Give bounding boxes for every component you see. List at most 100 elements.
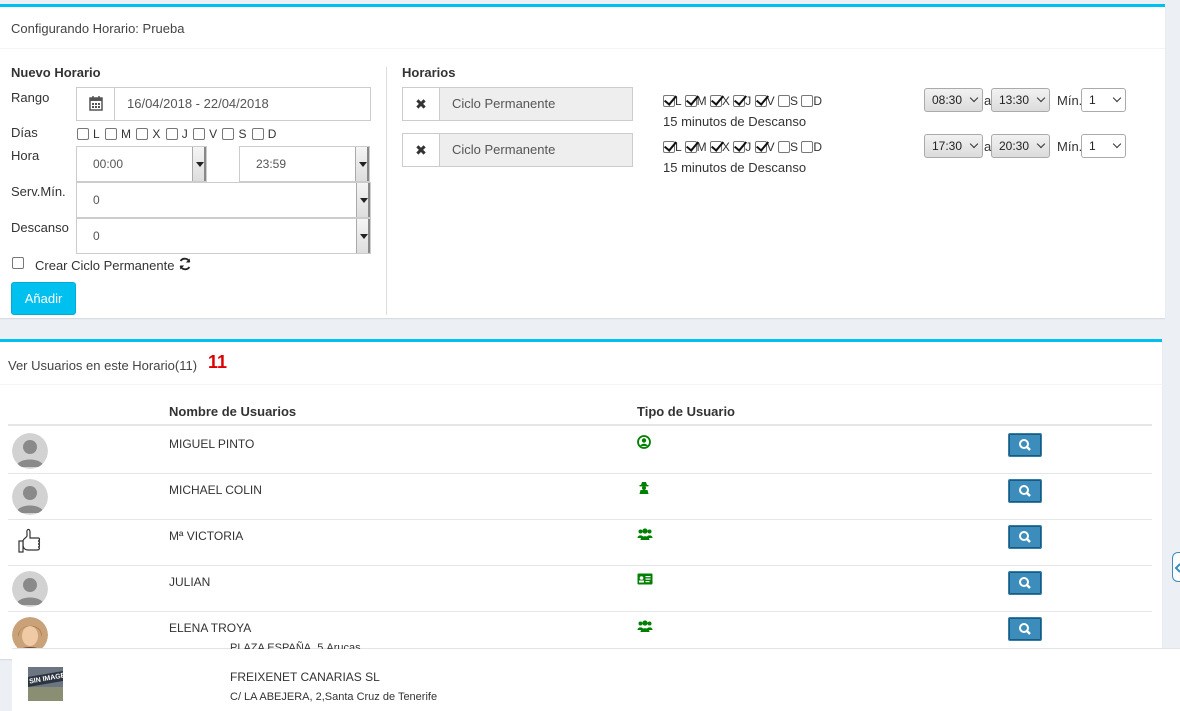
day-checkbox[interactable] xyxy=(733,95,746,107)
panel-header: Configurando Horario: Prueba xyxy=(0,7,1165,49)
day-checkbox[interactable] xyxy=(709,95,722,107)
time-from-value: 08:30 xyxy=(932,93,963,107)
chevron-down-icon xyxy=(1112,139,1122,149)
remove-schedule-button[interactable]: ✖ xyxy=(402,133,439,167)
company-image: SIN IMAGEN xyxy=(28,667,63,701)
time-to-value: 20:30 xyxy=(999,139,1030,153)
day-label: J xyxy=(181,127,188,141)
time-from-select[interactable]: 08:30 xyxy=(924,88,983,112)
hour-to-select[interactable]: 23:59 xyxy=(239,146,370,182)
date-range-input[interactable]: 16/04/2018 - 22/04/2018 xyxy=(76,87,371,121)
day-checkbox-j[interactable] xyxy=(165,128,178,140)
days-label: Días xyxy=(11,125,38,140)
day-checkbox-m[interactable] xyxy=(105,128,118,140)
day-checkbox-l[interactable] xyxy=(77,128,89,140)
table-row: JULIAN xyxy=(8,565,1152,611)
side-panel-toggle[interactable] xyxy=(1172,552,1180,582)
time-to-select[interactable]: 13:30 xyxy=(991,88,1050,112)
view-user-button[interactable] xyxy=(1008,617,1042,641)
serv-min-value: 0 xyxy=(93,193,100,207)
day-checkbox[interactable] xyxy=(777,141,790,153)
users-group-icon xyxy=(637,527,653,544)
day-checkbox-s[interactable] xyxy=(222,128,235,140)
schedule-days: L M X J V S D xyxy=(663,94,822,108)
day-checkbox[interactable] xyxy=(733,141,746,153)
day-label: V xyxy=(209,127,218,141)
users-panel: Ver Usuarios en este Horario(11) 11 Nomb… xyxy=(0,339,1162,659)
date-range-value: 16/04/2018 - 22/04/2018 xyxy=(127,96,269,111)
day-checkbox-d[interactable] xyxy=(251,128,264,140)
day-checkbox-v[interactable] xyxy=(193,128,206,140)
view-user-button[interactable] xyxy=(1008,433,1042,457)
user-circle-icon xyxy=(637,435,651,452)
user-name: JULIAN xyxy=(169,575,211,589)
search-icon xyxy=(1019,439,1031,451)
user-secret-icon xyxy=(637,481,651,498)
days-checkbox-group: L M X J V S D xyxy=(77,127,278,141)
min-value: 1 xyxy=(1089,139,1096,153)
day-checkbox[interactable] xyxy=(754,141,767,153)
panel-header: Ver Usuarios en este Horario(11) 11 xyxy=(0,342,1162,385)
hour-to-value: 23:59 xyxy=(256,157,287,171)
day-checkbox[interactable] xyxy=(801,141,814,153)
remove-schedule-button[interactable]: ✖ xyxy=(402,87,439,121)
user-count-badge: 11 xyxy=(208,352,228,372)
time-to-value: 13:30 xyxy=(999,93,1030,107)
view-user-button[interactable] xyxy=(1008,525,1042,549)
add-button[interactable]: Añadir xyxy=(11,282,76,315)
day-checkbox[interactable] xyxy=(663,95,675,107)
table-row: MIGUEL PINTO xyxy=(8,427,1152,473)
day-label: X xyxy=(152,127,161,141)
day-checkbox[interactable] xyxy=(684,95,697,107)
day-checkbox[interactable] xyxy=(801,95,814,107)
partial-address: PLAZA ESPAÑA, 5,Arucas xyxy=(230,642,361,649)
schedule-name: Ciclo Permanente xyxy=(439,87,633,121)
chevron-down-icon xyxy=(192,147,206,181)
day-checkbox[interactable] xyxy=(709,141,722,153)
schedule-config-panel: Configurando Horario: Prueba Nuevo Horar… xyxy=(0,4,1165,318)
day-checkbox-x[interactable] xyxy=(136,128,149,140)
user-name: Mª VICTORIA xyxy=(169,529,244,543)
column-divider xyxy=(386,67,387,315)
chevron-down-icon xyxy=(969,139,979,149)
chevron-down-icon xyxy=(1112,93,1122,103)
serv-min-select[interactable]: 0 xyxy=(76,182,371,218)
time-to-select[interactable]: 20:30 xyxy=(991,134,1050,158)
break-value: 0 xyxy=(93,229,100,243)
day-checkbox[interactable] xyxy=(663,141,675,153)
calendar-icon[interactable] xyxy=(77,88,115,120)
view-user-button[interactable] xyxy=(1008,571,1042,595)
hour-from-value: 00:00 xyxy=(93,157,124,171)
chevron-down-icon xyxy=(1036,93,1046,103)
refresh-icon xyxy=(178,257,192,274)
break-select[interactable]: 0 xyxy=(76,218,371,254)
day-checkbox[interactable] xyxy=(754,95,767,107)
chevron-left-icon xyxy=(1174,563,1180,573)
hour-from-select[interactable]: 00:00 xyxy=(76,146,207,182)
id-card-icon xyxy=(637,573,653,588)
break-label: Descanso xyxy=(11,220,69,235)
permanent-cycle-checkbox[interactable] xyxy=(12,257,24,269)
search-icon xyxy=(1019,623,1031,635)
min-select[interactable]: 1 xyxy=(1081,88,1126,112)
day-label: S xyxy=(789,94,798,108)
min-label: Mín. xyxy=(1057,139,1083,154)
day-checkbox[interactable] xyxy=(777,95,790,107)
view-user-button[interactable] xyxy=(1008,479,1042,503)
day-checkbox[interactable] xyxy=(684,141,697,153)
user-name: MICHAEL COLIN xyxy=(169,483,262,497)
schedule-days: L M X J V S D xyxy=(663,140,822,154)
chevron-down-icon xyxy=(1036,139,1046,149)
time-from-select[interactable]: 17:30 xyxy=(924,134,983,158)
min-value: 1 xyxy=(1089,93,1096,107)
day-label: L xyxy=(93,127,100,141)
day-label: S xyxy=(789,140,798,154)
day-label: D xyxy=(813,140,823,154)
schedule-name: Ciclo Permanente xyxy=(439,133,633,167)
table-header-divider xyxy=(8,424,1152,426)
users-group-icon xyxy=(637,619,653,636)
company-list-item[interactable]: PLAZA ESPAÑA, 5,Arucas SIN IMAGEN FREIXE… xyxy=(12,642,1180,711)
schedule-break-text: 15 minutos de Descanso xyxy=(663,114,807,129)
new-schedule-heading: Nuevo Horario xyxy=(11,65,101,80)
min-select[interactable]: 1 xyxy=(1081,134,1126,158)
